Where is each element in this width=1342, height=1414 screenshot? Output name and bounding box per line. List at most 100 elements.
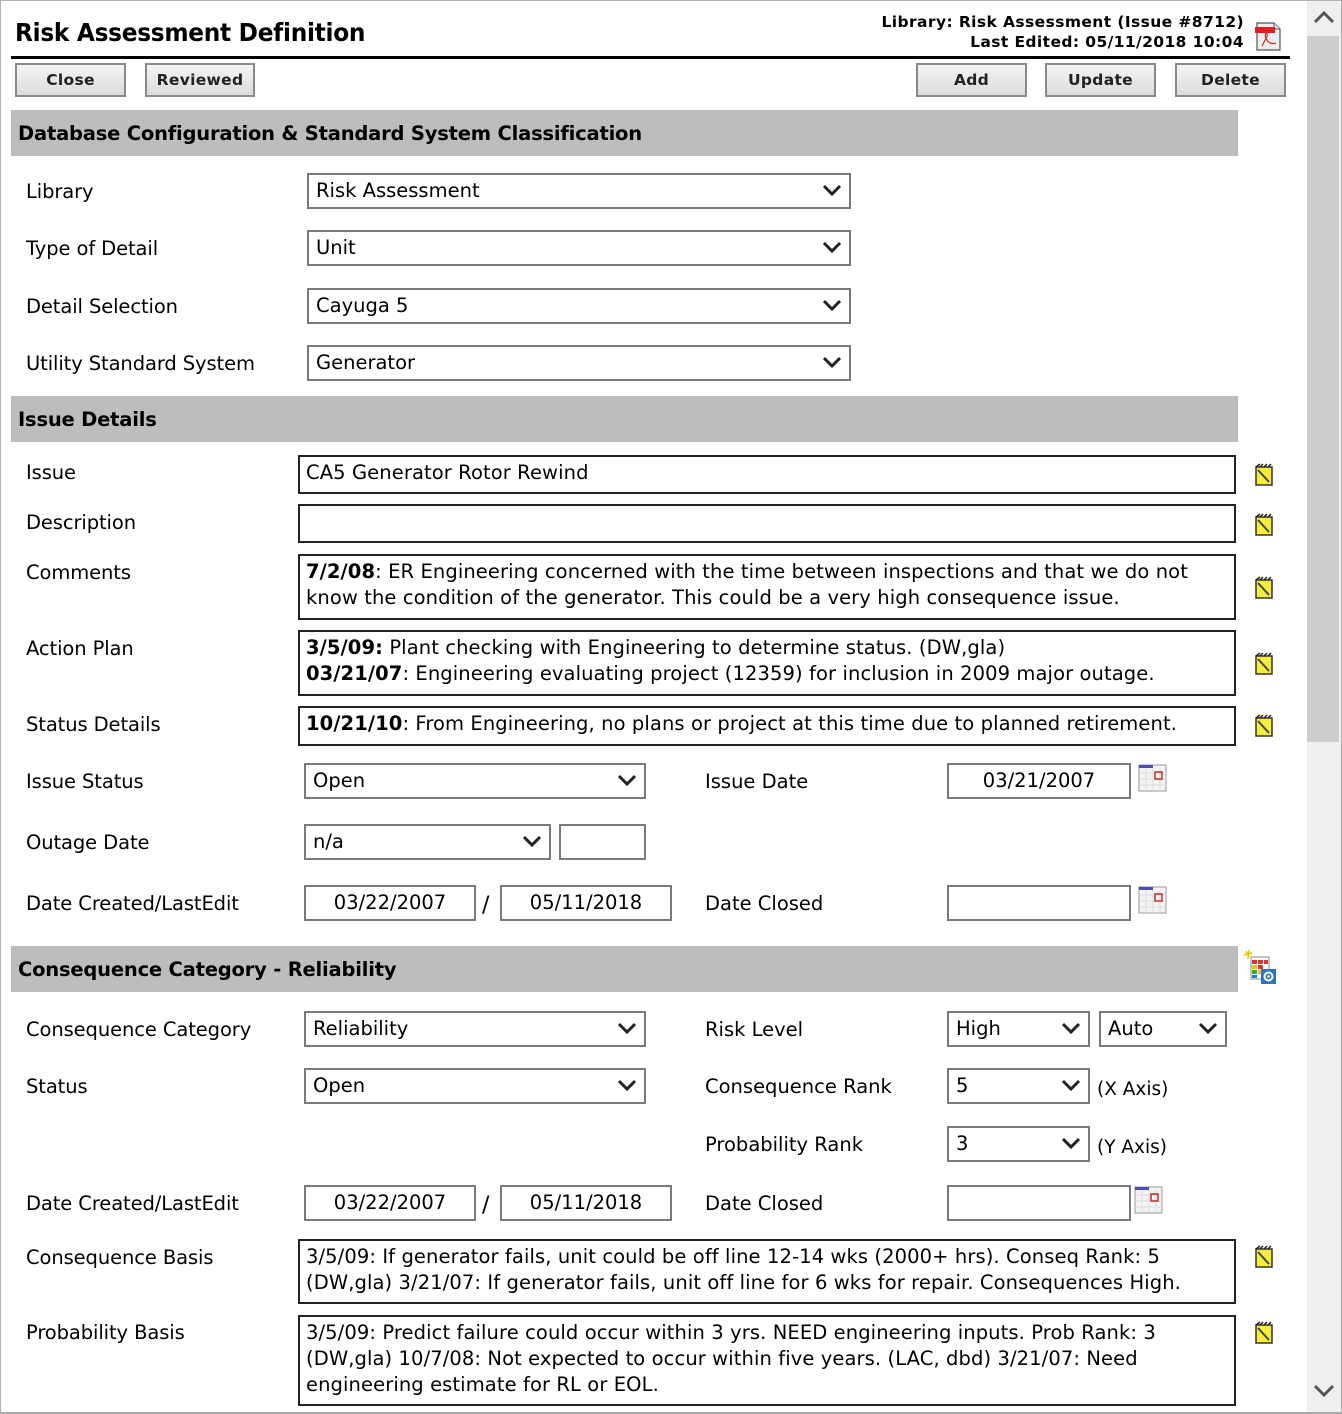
chevron-down-icon [1313,1384,1335,1398]
probability-basis-field[interactable]: 3/5/09: Predict failure could occur with… [298,1315,1236,1406]
entry-date: 03/21/07 [306,662,403,685]
issue-date-input[interactable]: 03/21/2007 [947,763,1131,799]
chevron-down-icon [822,184,842,197]
date-separator: / [482,893,490,918]
comments-label: Comments [26,561,131,584]
probability-rank-label: Probability Rank [705,1133,863,1156]
detail-selection-select[interactable]: Cayuga 5 [307,288,851,324]
consequence-status-value: Open [313,1074,366,1097]
section-header-issue-details: Issue Details [11,396,1238,442]
risk-level-mode-select[interactable]: Auto [1099,1011,1227,1047]
conseq-date-closed-input[interactable] [947,1185,1131,1221]
consequence-basis-label: Consequence Basis [26,1246,214,1269]
library-label: Library [26,180,94,203]
action-plan-field[interactable]: 3/5/09: Plant checking with Engineering … [298,630,1236,696]
section-header-consequence: Consequence Category - Reliability [11,946,1238,992]
x-axis-note: (X Axis) [1097,1079,1169,1100]
outage-date-label: Outage Date [26,831,150,854]
last-edited-info: Last Edited: 05/11/2018 10:04 [970,33,1244,51]
entry-date: 3/5/09: [306,636,384,659]
outage-date-value: n/a [313,830,344,853]
notepad-edit-icon[interactable] [1252,576,1276,600]
chevron-down-icon [1061,1079,1081,1092]
consequence-rank-select[interactable]: 5 [947,1068,1090,1104]
issue-status-select[interactable]: Open [304,763,646,799]
utility-standard-system-select[interactable]: Generator [307,345,851,381]
status-details-label: Status Details [26,713,161,736]
add-button[interactable]: Add [916,63,1027,97]
chevron-down-icon [822,356,842,369]
comment-text: : ER Engineering concerned with the time… [306,560,1188,609]
conseq-date-lastedit-input[interactable]: 05/11/2018 [500,1185,672,1221]
notepad-edit-icon[interactable] [1252,513,1276,537]
date-created-input[interactable]: 03/22/2007 [304,885,476,921]
notepad-edit-icon[interactable] [1252,1245,1276,1269]
status-details-field[interactable]: 10/21/10: From Engineering, no plans or … [298,706,1236,746]
y-axis-note: (Y Axis) [1097,1137,1167,1158]
status-date: 10/21/10 [306,712,403,735]
scroll-up-button[interactable] [1307,1,1341,35]
consequence-category-value: Reliability [313,1017,409,1040]
date-separator: / [482,1193,490,1218]
title-divider [11,56,1290,59]
record-meta: Library: Risk Assessment (Issue #8712) L… [882,12,1244,52]
risk-level-label: Risk Level [705,1018,804,1041]
calendar-icon[interactable] [1138,885,1168,915]
risk-matrix-settings-icon[interactable] [1243,949,1277,985]
status-text: : From Engineering, no plans or project … [402,712,1178,735]
close-button[interactable]: Close [15,63,126,97]
detail-selection-label: Detail Selection [26,295,178,318]
consequence-basis-field[interactable]: 3/5/09: If generator fails, unit could b… [298,1239,1236,1304]
probability-rank-select[interactable]: 3 [947,1126,1090,1162]
outage-date-select[interactable]: n/a [304,824,551,860]
conseq-date-closed-label: Date Closed [705,1192,824,1215]
scroll-down-button[interactable] [1307,1374,1341,1408]
chevron-down-icon [617,1022,637,1035]
notepad-edit-icon[interactable] [1252,652,1276,676]
notepad-edit-icon[interactable] [1252,463,1276,487]
probability-basis-label: Probability Basis [26,1321,185,1344]
pdf-export-icon[interactable] [1254,20,1282,52]
entry-text: Plant checking with Engineering to deter… [383,636,1006,659]
consequence-category-label: Consequence Category [26,1018,252,1041]
chevron-down-icon [822,299,842,312]
library-select[interactable]: Risk Assessment [307,173,851,209]
comment-date: 7/2/08 [306,560,376,583]
risk-level-select[interactable]: High [947,1011,1090,1047]
reviewed-button[interactable]: Reviewed [145,63,255,97]
type-of-detail-select[interactable]: Unit [307,230,851,266]
date-closed-label: Date Closed [705,892,824,915]
chevron-down-icon [617,774,637,787]
chevron-down-icon [1061,1137,1081,1150]
risk-level-mode-value: Auto [1108,1017,1154,1040]
type-of-detail-value: Unit [316,236,356,259]
library-value: Risk Assessment [316,179,480,202]
delete-button[interactable]: Delete [1175,63,1286,97]
status-label: Status [26,1075,88,1098]
notepad-edit-icon[interactable] [1252,1321,1276,1345]
outage-date-extra-input[interactable] [559,824,646,860]
chevron-down-icon [617,1079,637,1092]
issue-field[interactable]: CA5 Generator Rotor Rewind [298,455,1236,494]
issue-status-label: Issue Status [26,770,144,793]
action-plan-label: Action Plan [26,637,134,660]
date-lastedit-input[interactable]: 05/11/2018 [500,885,672,921]
consequence-status-select[interactable]: Open [304,1068,646,1104]
calendar-icon[interactable] [1138,763,1168,793]
chevron-down-icon [1198,1022,1218,1035]
comments-field[interactable]: 7/2/08: ER Engineering concerned with th… [298,554,1236,620]
entry-text: : Engineering evaluating project (12359)… [402,662,1155,685]
consequence-category-select[interactable]: Reliability [304,1011,646,1047]
update-button[interactable]: Update [1045,63,1156,97]
chevron-down-icon [822,241,842,254]
risk-level-value: High [956,1017,1001,1040]
scrollbar-thumb[interactable] [1307,36,1339,742]
conseq-date-created-input[interactable]: 03/22/2007 [304,1185,476,1221]
calendar-icon[interactable] [1134,1185,1164,1215]
description-field[interactable] [298,504,1236,543]
notepad-edit-icon[interactable] [1252,714,1276,738]
date-closed-input[interactable] [947,885,1131,921]
detail-selection-value: Cayuga 5 [316,294,409,317]
conseq-date-created-lastedit-label: Date Created/LastEdit [26,1192,239,1215]
chevron-down-icon [522,835,542,848]
